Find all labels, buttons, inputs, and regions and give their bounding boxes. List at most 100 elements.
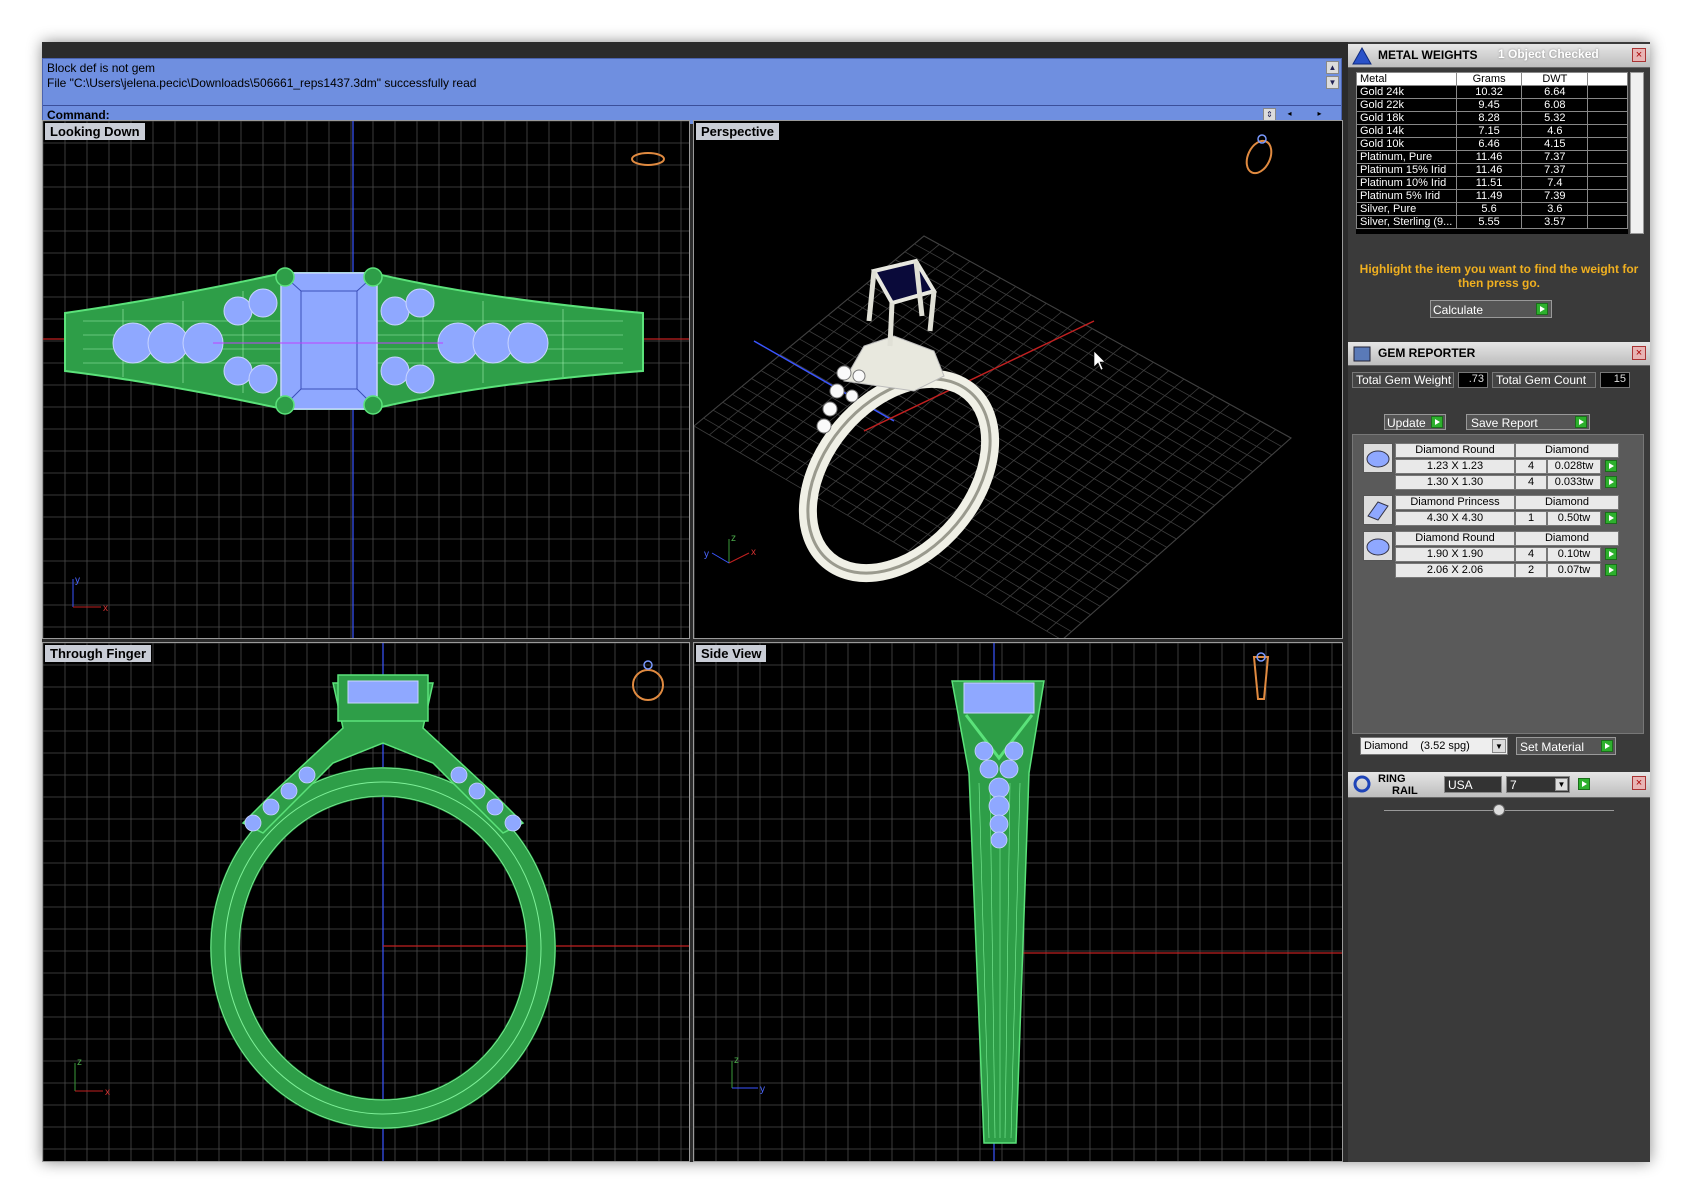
go-arrow-icon[interactable]	[1431, 416, 1443, 428]
table-cell: 9.45	[1455, 98, 1523, 112]
front-view-canvas: z x	[43, 643, 689, 1161]
table-row[interactable]: Silver, Pure 5.6 3.6	[1356, 202, 1628, 216]
scroll-up-arrow-icon[interactable]: ▲	[1326, 61, 1339, 74]
viewport-title[interactable]: Through Finger	[45, 645, 152, 662]
table-cell: 11.49	[1455, 189, 1523, 203]
gem-size: 1.30 X 1.30	[1395, 475, 1515, 490]
command-history-line: Block def is not gem	[47, 61, 156, 75]
calculate-button[interactable]: Calculate	[1430, 300, 1552, 318]
table-row[interactable]: Gold 22k 9.45 6.08	[1356, 98, 1628, 112]
table-cell-empty	[1587, 150, 1628, 164]
viewport-title[interactable]: Side View	[696, 645, 767, 662]
axis-label-z: z	[734, 1055, 739, 1066]
table-cell: Gold 10k	[1356, 137, 1457, 151]
viewport-title[interactable]: Looking Down	[45, 123, 145, 140]
table-cell: 6.08	[1521, 98, 1589, 112]
table-cell-empty	[1587, 189, 1628, 203]
table-cell-empty	[1587, 98, 1628, 112]
gem-size: 4.30 X 4.30	[1395, 511, 1515, 526]
ring-rail-header: RING RAIL USA 7 ▼ ×	[1348, 772, 1650, 798]
perspective-canvas: z y x	[694, 134, 1292, 638]
table-row[interactable]: Gold 24k 10.32 6.64	[1356, 85, 1628, 99]
ring-size-select[interactable]: 7 ▼	[1506, 776, 1570, 793]
command-history: Block def is not gem File "C:\Users\jele…	[42, 58, 1342, 124]
table-cell: Silver, Pure	[1356, 202, 1457, 216]
table-cell: 8.28	[1455, 111, 1523, 125]
table-row[interactable]: Gold 14k 7.15 4.6	[1356, 124, 1628, 138]
table-cell: 4.6	[1521, 124, 1589, 138]
table-row[interactable]: Platinum 5% Irid 11.49 7.39	[1356, 189, 1628, 203]
table-row[interactable]: Platinum, Pure 11.46 7.37	[1356, 150, 1628, 164]
table-row[interactable]: Platinum 15% Irid 11.46 7.37	[1356, 163, 1628, 177]
gem-reporter-title: GEM REPORTER	[1378, 346, 1476, 360]
go-arrow-icon[interactable]	[1601, 740, 1613, 752]
gem-reporter-header: GEM REPORTER ×	[1348, 342, 1650, 366]
close-icon[interactable]: ×	[1632, 346, 1646, 360]
axis-label-y: y	[760, 1084, 765, 1095]
metal-weights-status: 1 Object Checked	[1498, 47, 1599, 61]
viewport-title[interactable]: Perspective	[696, 123, 779, 140]
table-cell: 7.39	[1521, 189, 1589, 203]
gem-size: 1.23 X 1.23	[1395, 459, 1515, 474]
ring-rail-title: RAIL	[1392, 785, 1418, 797]
ring-rail-slider-handle[interactable]	[1493, 804, 1505, 816]
go-arrow-icon[interactable]	[1536, 303, 1548, 315]
metal-weights-icon	[1352, 47, 1372, 65]
chevron-down-icon[interactable]: ▼	[1555, 778, 1568, 791]
table-cell: 7.37	[1521, 150, 1589, 164]
total-weight-value: .73	[1458, 372, 1488, 388]
gem-count: 4	[1515, 475, 1547, 490]
table-row[interactable]: Platinum 10% Irid 11.51 7.4	[1356, 176, 1628, 190]
table-row[interactable]: Silver, Sterling (9... 5.55 3.57	[1356, 215, 1628, 229]
close-icon[interactable]: ×	[1632, 48, 1646, 62]
update-button[interactable]: Update	[1384, 414, 1446, 430]
total-weight-label: Total Gem Weight	[1352, 372, 1454, 388]
chevron-down-icon[interactable]: ▼	[1492, 739, 1506, 753]
viewport-looking-down[interactable]: Looking Down y x	[42, 120, 690, 639]
gem-weight: 0.028tw	[1547, 459, 1601, 474]
table-cell: 5.32	[1521, 111, 1589, 125]
table-cell: 7.37	[1521, 163, 1589, 177]
table-header[interactable]: Metal	[1356, 72, 1457, 86]
go-arrow-icon[interactable]	[1605, 460, 1617, 472]
table-header[interactable]: Grams	[1455, 72, 1523, 86]
table-cell: 6.46	[1455, 137, 1523, 151]
ring-rail-icon	[1353, 775, 1371, 793]
go-arrow-icon[interactable]	[1605, 476, 1617, 488]
save-report-button[interactable]: Save Report	[1466, 414, 1590, 430]
viewport-through-finger[interactable]: Through Finger z x	[42, 642, 690, 1162]
gem-count: 4	[1515, 459, 1547, 474]
scroll-down-arrow-icon[interactable]: ▼	[1326, 76, 1339, 89]
go-arrow-icon[interactable]	[1575, 416, 1587, 428]
set-material-button[interactable]: Set Material	[1516, 737, 1616, 755]
round-gem-icon	[1363, 531, 1393, 561]
round-gem-icon	[1363, 443, 1393, 473]
viewport-perspective[interactable]: Perspective z y x	[693, 120, 1343, 639]
gem-size: 2.06 X 2.06	[1395, 563, 1515, 578]
gem-weight: 0.50tw	[1547, 511, 1601, 526]
metal-weights-title: METAL WEIGHTS	[1378, 48, 1478, 62]
viewport-side-view[interactable]: Side View z y	[693, 642, 1343, 1162]
axis-label-z: z	[731, 533, 736, 544]
close-icon[interactable]: ×	[1632, 776, 1646, 790]
table-header[interactable]: DWT	[1521, 72, 1589, 86]
material-select[interactable]: Diamond (3.52 spg) ▼	[1360, 737, 1508, 755]
command-history-line: File "C:\Users\jelena.pecic\Downloads\50…	[47, 76, 477, 90]
table-row[interactable]: Gold 10k 6.46 4.15	[1356, 137, 1628, 151]
metal-weights-scrollbar[interactable]	[1630, 72, 1644, 234]
table-cell: Gold 18k	[1356, 111, 1457, 125]
table-cell: 11.46	[1455, 150, 1523, 164]
go-arrow-icon[interactable]	[1605, 548, 1617, 560]
country-select[interactable]: USA	[1444, 776, 1502, 793]
gem-weight: 0.10tw	[1547, 547, 1601, 562]
table-cell: 3.6	[1521, 202, 1589, 216]
table-row[interactable]: Gold 18k 8.28 5.32	[1356, 111, 1628, 125]
go-arrow-icon[interactable]	[1578, 778, 1590, 790]
metal-weights-header: METAL WEIGHTS 1 Object Checked ×	[1348, 44, 1650, 68]
table-cell: 10.32	[1455, 85, 1523, 99]
go-arrow-icon[interactable]	[1605, 512, 1617, 524]
gem-material: Diamond	[1515, 443, 1619, 458]
update-label: Update	[1387, 416, 1426, 430]
axis-label-x: x	[751, 547, 756, 558]
go-arrow-icon[interactable]	[1605, 564, 1617, 576]
